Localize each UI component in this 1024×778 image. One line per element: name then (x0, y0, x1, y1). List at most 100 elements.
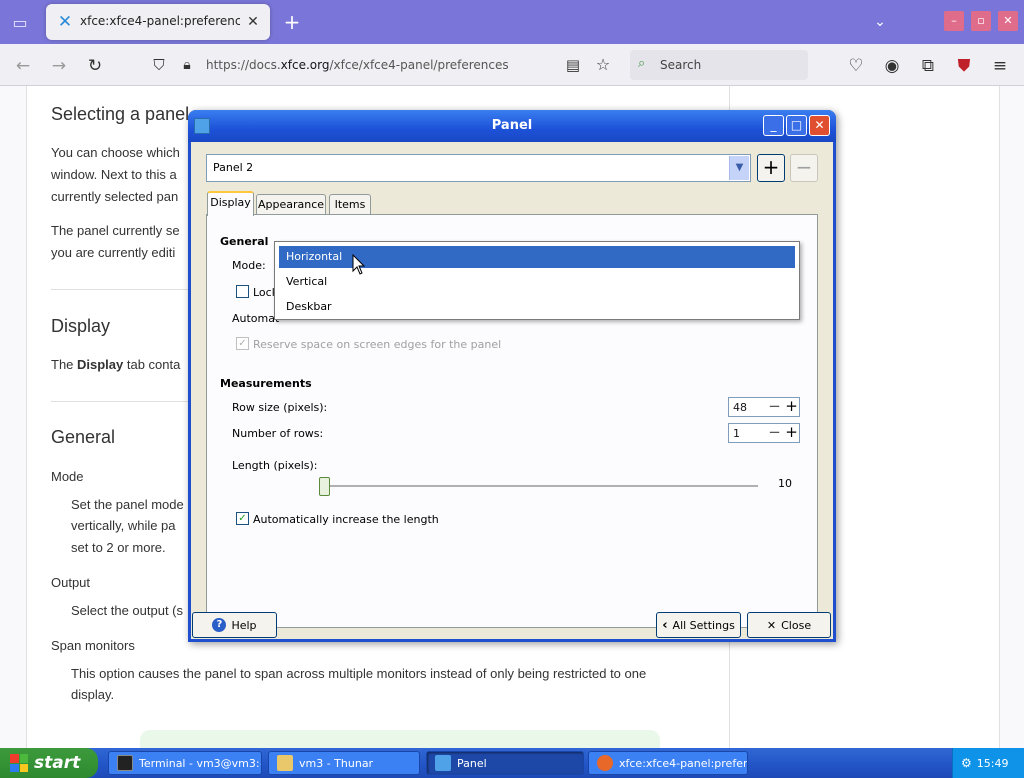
new-tab-button[interactable]: + (278, 8, 306, 36)
minimize-window-icon[interactable]: – (944, 11, 964, 31)
row-size-spinbox[interactable]: 48 − + (728, 397, 800, 417)
autohide-label: Automat (232, 312, 280, 325)
browser-tab-active[interactable]: ✕ xfce:xfce4-panel:preferences [Xfce ✕ (46, 4, 270, 40)
taskbar-item-panel[interactable]: Panel (426, 751, 584, 775)
chevron-down-icon[interactable]: ▼ (729, 156, 749, 180)
lock-icon[interactable]: 🔒︎ (174, 52, 200, 78)
heading-output: Output (51, 575, 91, 590)
heading-span-monitors: Span monitors (51, 638, 135, 653)
bookmark-star-icon[interactable]: ☆ (590, 52, 616, 78)
dialog-close-icon[interactable]: ✕ (809, 115, 830, 136)
pocket-icon[interactable]: ♡ (843, 53, 869, 79)
paragraph-line: set to 2 or more. (71, 540, 166, 555)
dialog-body: Panel 2 ▼ + − Display Appearance Items G… (191, 142, 833, 639)
length-slider-handle[interactable] (319, 477, 330, 496)
panel-preferences-dialog: Panel _ □ ✕ Panel 2 ▼ + − Display Appear… (188, 110, 836, 642)
decrement-icon[interactable]: − (766, 398, 783, 416)
reserve-space-checkbox[interactable]: ✓ (236, 337, 249, 350)
taskbar-item-terminal[interactable]: Terminal - vm3@vm3:~ (108, 751, 262, 775)
tab-items[interactable]: Items (329, 194, 371, 215)
network-icon[interactable]: ⚙ (961, 756, 972, 770)
increment-icon[interactable]: + (783, 398, 800, 416)
paragraph-line: You can choose which (51, 145, 180, 160)
number-of-rows-value: 1 (733, 427, 740, 440)
heading-selecting-panel: Selecting a panel (51, 104, 190, 124)
maximize-window-icon[interactable]: ▫ (971, 11, 991, 31)
taskbar-item-thunar[interactable]: vm3 - Thunar (268, 751, 420, 775)
tab-display[interactable]: Display (207, 191, 254, 216)
panel-select-combobox[interactable]: Panel 2 ▼ (206, 154, 751, 182)
help-button[interactable]: ? Help (192, 612, 277, 638)
reader-view-icon[interactable]: ▤ (560, 52, 586, 78)
length-slider-track[interactable] (326, 485, 758, 487)
paragraph-line: currently selected pan (51, 189, 179, 204)
reload-icon[interactable]: ↻ (82, 53, 108, 79)
paragraph-line: The Display tab conta (51, 357, 181, 372)
back-arrow-icon[interactable]: ← (10, 53, 36, 79)
dialog-title: Panel (491, 118, 533, 133)
mouse-pointer-icon (352, 254, 366, 275)
dialog-maximize-icon[interactable]: □ (786, 115, 807, 136)
help-icon: ? (212, 618, 227, 632)
dialog-titlebar[interactable]: Panel _ □ ✕ (188, 110, 836, 142)
length-value: 10 (778, 477, 792, 490)
url-text: https://docs.xfce.org/xfce/xfce4-panel/p… (206, 58, 509, 72)
tab-appearance[interactable]: Appearance (256, 194, 326, 215)
close-button[interactable]: ✕ Close (747, 612, 831, 638)
windows-flag-icon (10, 754, 28, 772)
ublock-icon[interactable]: ⛊ (951, 53, 977, 79)
menu-hamburger-icon[interactable]: ≡ (987, 53, 1013, 79)
search-placeholder: Search (660, 58, 702, 72)
firefox-icon (597, 755, 613, 771)
mode-label: Mode: (232, 259, 266, 272)
auto-length-checkbox[interactable]: ✓ (236, 512, 249, 525)
start-label: start (34, 753, 81, 773)
taskbar: start Terminal - vm3@vm3:~ vm3 - Thunar … (0, 748, 1024, 778)
close-button-label: Close (781, 618, 812, 632)
taskbar-item-label: Terminal - vm3@vm3:~ (139, 756, 262, 770)
heading-mode: Mode (51, 469, 84, 484)
paragraph-line: The panel currently se (51, 223, 180, 238)
section-measurements-label: Measurements (220, 377, 312, 390)
mode-option-deskbar[interactable]: Deskbar (279, 296, 795, 318)
forward-arrow-icon[interactable]: → (46, 53, 72, 79)
tab-close-icon[interactable]: ✕ (244, 13, 262, 31)
section-general-label: General (220, 235, 269, 248)
search-input[interactable]: ⌕ Search (630, 50, 808, 80)
tab-title: xfce:xfce4-panel:preferences [Xfce (80, 14, 240, 28)
taskbar-item-firefox[interactable]: xfce:xfce4-panel:prefer... (588, 751, 748, 775)
folder-icon (277, 755, 293, 771)
increment-icon[interactable]: + (783, 424, 800, 442)
shield-icon[interactable]: ⛉ (146, 52, 172, 78)
extensions-icon[interactable]: ⧉ (915, 53, 941, 79)
taskbar-item-label: vm3 - Thunar (299, 756, 374, 770)
paragraph-line: Set the panel mode (71, 497, 184, 512)
close-x-icon: ✕ (766, 618, 777, 632)
chevron-down-icon[interactable]: ⌄ (866, 10, 894, 34)
remove-panel-button[interactable]: − (790, 154, 818, 182)
xfce-favicon-icon: ✕ (57, 12, 73, 32)
panel-select-value: Panel 2 (213, 161, 254, 174)
url-bar[interactable]: ⛉ 🔒︎ https://docs.xfce.org/xfce/xfce4-pa… (144, 49, 620, 81)
account-icon[interactable]: ◉ (879, 53, 905, 79)
number-of-rows-spinbox[interactable]: 1 − + (728, 423, 800, 443)
auto-length-label: Automatically increase the length (253, 513, 439, 526)
paragraph-line: you are currently editi (51, 245, 176, 260)
row-size-value: 48 (733, 401, 747, 414)
terminal-icon (117, 755, 133, 771)
paragraph-line: display. (71, 687, 115, 702)
add-panel-button[interactable]: + (757, 154, 785, 182)
tab-list-icon[interactable]: ▭ (6, 8, 34, 36)
decrement-icon[interactable]: − (766, 424, 783, 442)
dialog-minimize-icon[interactable]: _ (763, 115, 784, 136)
browser-toolbar: ← → ↻ ⛉ 🔒︎ https://docs.xfce.org/xfce/xf… (0, 44, 1024, 86)
paragraph-line: vertically, while pa (71, 518, 176, 533)
mode-dropdown-list: Horizontal Vertical Deskbar (274, 241, 800, 320)
close-window-icon[interactable]: ✕ (998, 11, 1018, 31)
lock-panel-checkbox[interactable] (236, 285, 249, 298)
browser-tab-strip: ▭ ✕ xfce:xfce4-panel:preferences [Xfce ✕… (0, 0, 1024, 44)
paragraph-line: window. Next to this a (51, 167, 177, 182)
all-settings-button[interactable]: ‹ All Settings (656, 612, 741, 638)
start-button[interactable]: start (0, 748, 98, 778)
paragraph-line: Select the output (s (71, 603, 184, 618)
